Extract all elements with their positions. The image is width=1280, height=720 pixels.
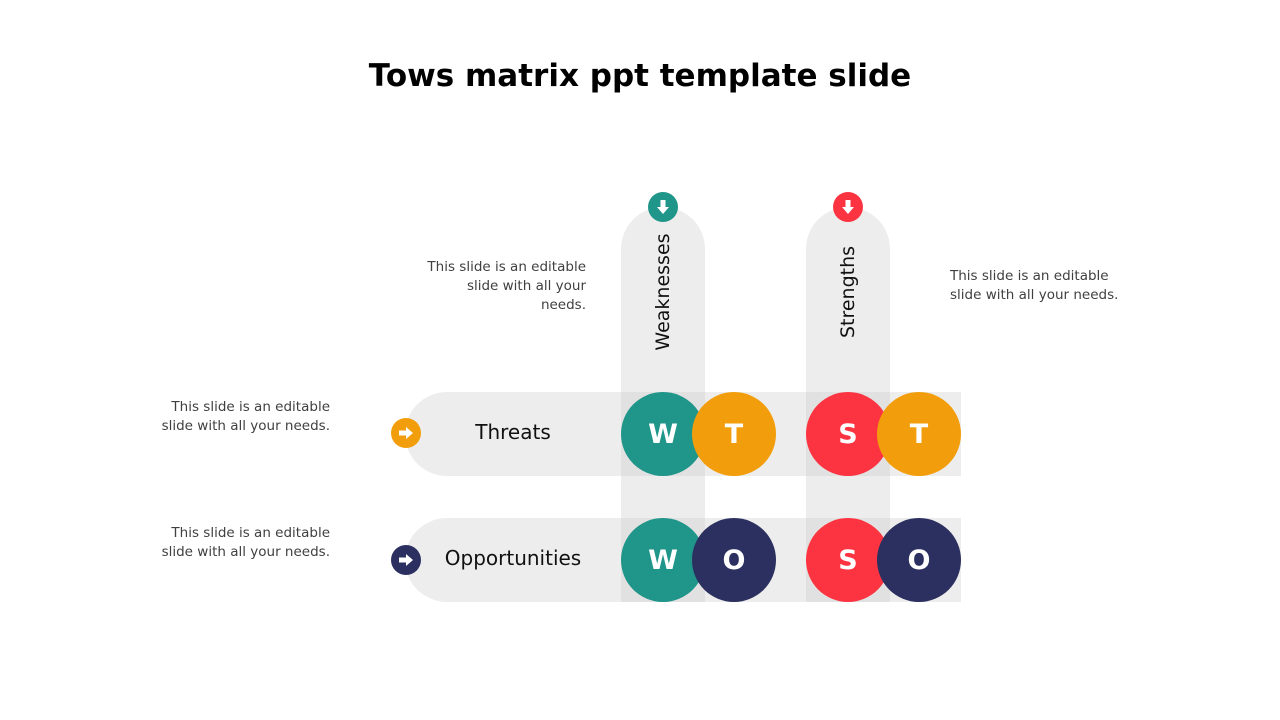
strengths-label: Strengths (837, 245, 859, 339)
weaknesses-description: This slide is an editable slide with all… (427, 259, 586, 313)
cell-wo-o: O (692, 518, 776, 602)
cell-st-t: T (877, 392, 961, 476)
opportunities-label: Opportunities (444, 546, 582, 570)
strengths-description: This slide is an editable slide with all… (950, 268, 1119, 303)
opportunities-description: This slide is an editable slide with all… (161, 525, 330, 560)
cell-so-o: O (877, 518, 961, 602)
threats-description: This slide is an editable slide with all… (161, 399, 330, 434)
threats-label: Threats (475, 420, 551, 444)
slide-title: Tows matrix ppt template slide (368, 58, 912, 94)
opportunities-arrow-right-icon (391, 545, 421, 575)
cell-wt-t: T (692, 392, 776, 476)
weaknesses-label: Weaknesses (652, 233, 674, 351)
threats-arrow-right-icon (391, 418, 421, 448)
